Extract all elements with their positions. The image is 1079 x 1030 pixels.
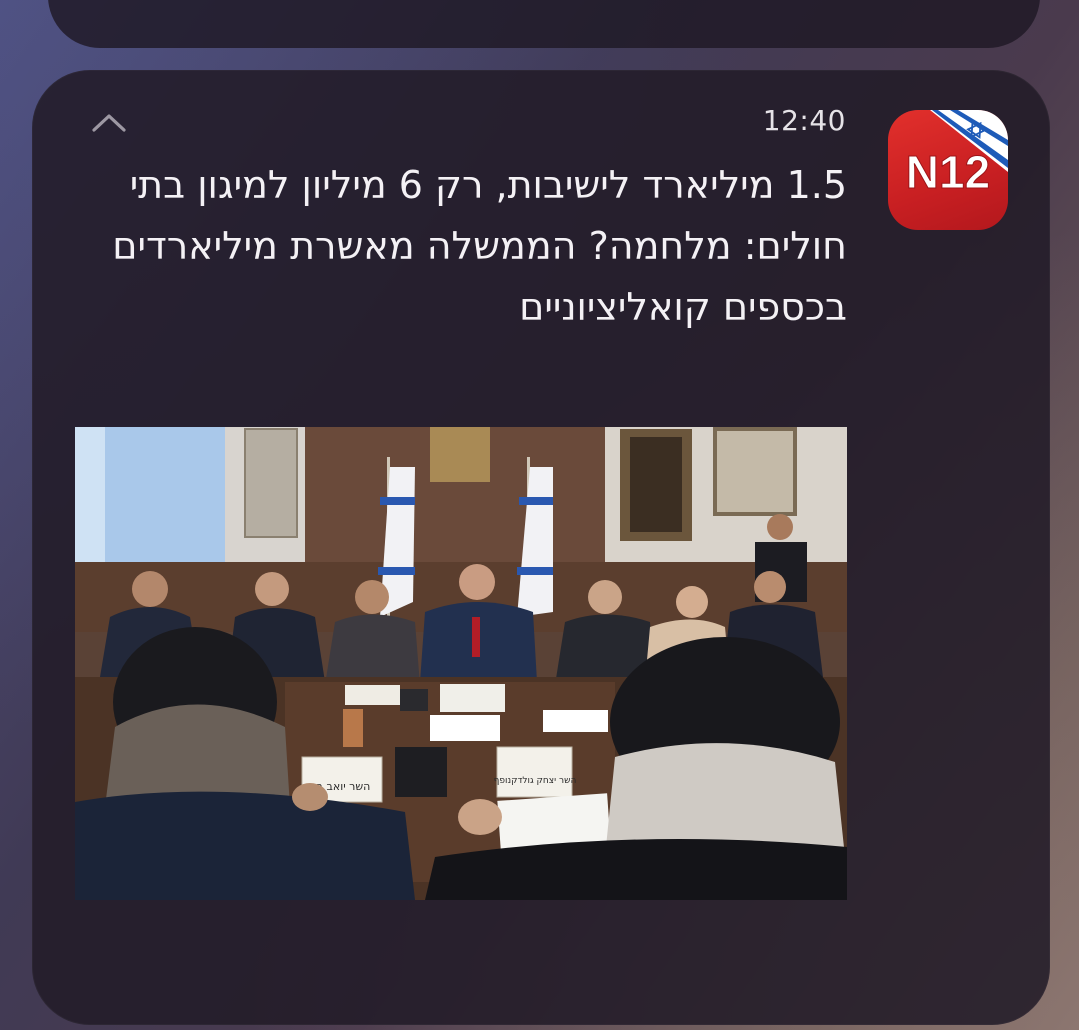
notification-time: 12:40 [762,104,846,137]
app-icon-graphic: N12 [905,110,1008,199]
n12-logo-icon[interactable]: N12 [888,110,1008,230]
chevron-up-icon [92,114,126,132]
notification-image[interactable]: השר יואב בן השר יצחק גולדקנופף [75,427,847,900]
app-icon-label: N12 [906,146,990,198]
placard-center: השר יצחק גולדקנופף [494,776,577,786]
collapse-button[interactable] [90,108,128,136]
cabinet-meeting-photo: השר יואב בן השר יצחק גולדקנופף [75,427,847,900]
notification-headline: 1.5 מיליארד לישיבות, רק 6 מיליון למיגון … [112,163,847,329]
previous-notification-card[interactable] [48,0,1040,48]
